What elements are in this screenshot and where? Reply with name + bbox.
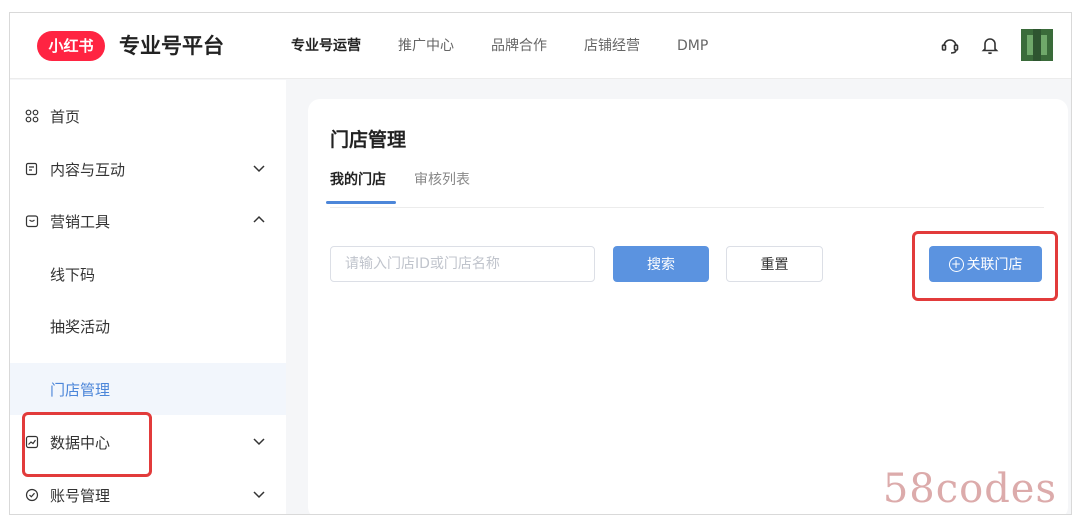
sidebar-item-label: 账号管理 [50,486,111,505]
app-window: 小红书 专业号平台 专业号运营 推广中心 品牌合作 店铺经营 DMP 首页 内容… [9,12,1072,515]
sidebar-item-label: 内容与互动 [50,160,126,179]
sidebar-item-content[interactable]: 内容与互动 [10,143,286,195]
main-card: 门店管理 我的门店 审核列表 搜索 重置 + 关联门店 [308,99,1068,514]
sidebar-item-store-management[interactable]: 门店管理 [10,363,286,415]
chevron-down-icon [253,491,265,499]
sidebar-item-label: 线下码 [50,265,96,284]
sidebar-item-label: 抽奖活动 [50,317,111,336]
watermark: 58codes [882,466,1057,512]
highlight-box-sidebar [22,412,152,477]
sidebar-item-lottery[interactable]: 抽奖活动 [10,300,286,352]
sidebar-item-label: 门店管理 [50,380,111,399]
headset-icon[interactable] [937,32,963,58]
chevron-down-icon [253,438,265,446]
sidebar-item-offline-code[interactable]: 线下码 [10,248,286,300]
reset-button[interactable]: 重置 [726,246,823,282]
header-actions [923,29,1053,61]
page-title: 门店管理 [330,129,407,151]
grid-icon [24,108,40,124]
account-icon [24,487,40,503]
tab-my-stores[interactable]: 我的门店 [330,170,386,190]
brand-logo[interactable]: 小红书 [37,31,105,61]
highlight-box-link-store [912,231,1058,301]
brand-title: 专业号平台 [119,34,224,58]
search-button[interactable]: 搜索 [613,246,709,282]
nav-item-promotion[interactable]: 推广中心 [398,36,454,56]
nav-item-pro-ops[interactable]: 专业号运营 [291,36,361,56]
tab-bar: 我的门店 审核列表 [326,170,1044,208]
tab-review-list[interactable]: 审核列表 [414,170,470,190]
bell-icon[interactable] [977,32,1003,58]
nav-item-store-ops[interactable]: 店铺经营 [584,36,640,56]
sidebar-item-label: 营销工具 [50,212,111,231]
nav-item-brand-coop[interactable]: 品牌合作 [491,36,547,56]
nav-item-dmp[interactable]: DMP [677,36,708,56]
top-header: 小红书 专业号平台 专业号运营 推广中心 品牌合作 店铺经营 DMP [10,13,1071,79]
sidebar: 首页 内容与互动 营销工具 线下码 抽奖活动 门店管理 数据中心 账号管理 [10,80,286,514]
tab-active-indicator [326,201,396,204]
sidebar-item-marketing[interactable]: 营销工具 [10,195,286,247]
content-icon [24,161,40,177]
top-nav: 专业号运营 推广中心 品牌合作 店铺经营 DMP [291,36,745,56]
marketing-icon [24,213,40,229]
avatar[interactable] [1021,29,1053,61]
search-input[interactable] [330,246,595,282]
chevron-down-icon [253,165,265,173]
sidebar-item-label: 首页 [50,107,81,126]
chevron-up-icon [253,215,265,223]
sidebar-item-home[interactable]: 首页 [10,90,286,142]
